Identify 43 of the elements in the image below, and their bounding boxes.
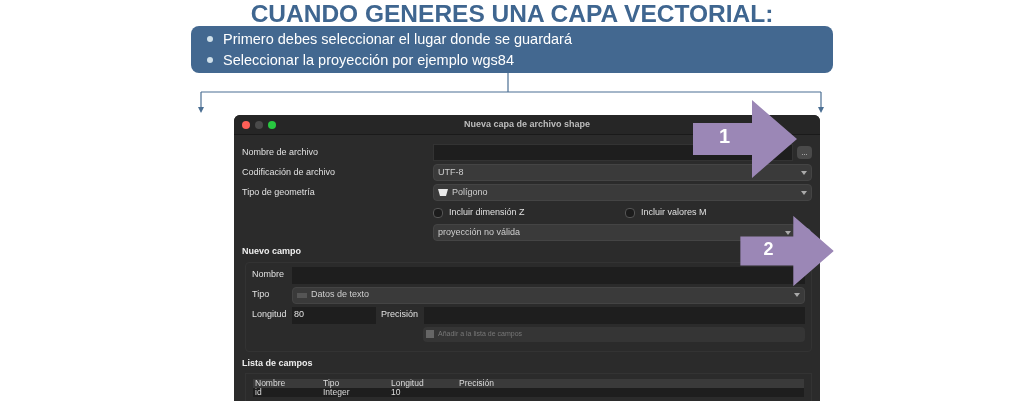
table-cell-text: Integer — [322, 388, 351, 397]
browse-button[interactable]: ... — [797, 146, 812, 159]
caret-icon — [794, 293, 800, 297]
field-label: Precisión — [381, 308, 419, 322]
bullet-text: Seleccionar la proyección por ejemplo wgs84 — [223, 50, 514, 70]
column-header: Precisión — [458, 379, 495, 388]
caret-icon — [801, 190, 807, 195]
callout-number: 1 — [719, 126, 731, 146]
bullet-text: Primero debes seleccionar el lugar donde se guardará — [223, 29, 572, 49]
column-header: Nombre — [254, 379, 287, 388]
field-label: Tipo — [252, 288, 271, 302]
text-type-icon — [297, 292, 307, 298]
section-heading: Nuevo campo — [242, 245, 301, 258]
length-field[interactable]: 80 — [292, 306, 376, 324]
field-label: Nombre — [252, 268, 285, 282]
maximize-icon[interactable] — [268, 120, 276, 129]
column-header: Tipo — [322, 379, 341, 388]
slide-title: CUANDO GENERES UNA CAPA VECTORIAL: — [250, 1, 774, 26]
crs-dropdown[interactable]: proyección no válida — [433, 224, 796, 241]
field-label: Longitud — [252, 308, 288, 322]
callout-number: 2 — [763, 239, 774, 258]
field-label: Incluir valores M — [641, 205, 707, 219]
minimize-icon[interactable] — [255, 120, 263, 129]
window-title: Nueva capa de archivo shape — [464, 117, 591, 131]
type-dropdown[interactable]: Datos de texto — [292, 286, 805, 304]
field-label: Incluir dimensión Z — [449, 205, 525, 219]
column-header: Longitud — [390, 379, 425, 388]
checkbox[interactable] — [433, 207, 443, 218]
table-cell-text: 10 — [390, 388, 401, 397]
checkbox[interactable] — [625, 207, 635, 218]
table-add-icon — [426, 330, 434, 338]
polygon-icon — [438, 189, 448, 196]
encoding-dropdown[interactable]: UTF-8 — [433, 164, 812, 181]
field-label: Codificación de archivo — [242, 165, 337, 179]
field-label: Tipo de geometría — [242, 185, 316, 199]
name-field[interactable] — [292, 266, 805, 284]
table-cell-text: id — [254, 388, 263, 397]
close-icon[interactable] — [242, 120, 250, 129]
caret-icon — [801, 170, 807, 175]
section-heading: Lista de campos — [242, 356, 313, 370]
geometry-dropdown[interactable]: Polígono — [433, 184, 812, 201]
caret-icon — [785, 230, 791, 235]
field-label: Nombre de archivo — [242, 145, 320, 159]
